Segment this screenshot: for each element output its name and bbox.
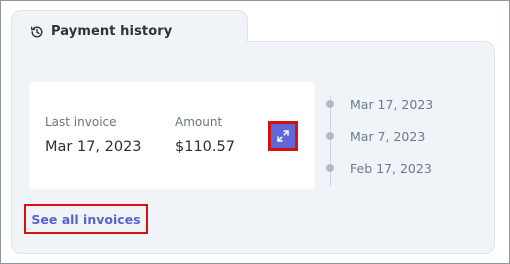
timeline-dot [326, 164, 334, 172]
see-all-invoices-link[interactable]: See all invoices [24, 204, 148, 234]
expand-invoice-button[interactable] [268, 121, 298, 151]
tab-title: Payment history [51, 24, 173, 39]
history-icon [30, 25, 43, 37]
timeline-date: Feb 17, 2023 [350, 160, 432, 176]
timeline-item[interactable]: Mar 17, 2023 [325, 96, 433, 112]
timeline-dot [326, 132, 334, 140]
timeline-item[interactable]: Feb 17, 2023 [325, 160, 432, 176]
timeline-item[interactable]: Mar 7, 2023 [325, 128, 425, 144]
amount-label: Amount [175, 115, 223, 129]
invoice-timeline: Mar 17, 2023 Mar 7, 2023 Feb 17, 2023 [325, 96, 485, 186]
amount-value: $110.57 [175, 139, 235, 155]
tab-header: Payment history [30, 24, 172, 39]
timeline-date: Mar 17, 2023 [350, 96, 434, 112]
expand-icon [277, 130, 289, 142]
last-invoice-card: Last invoice Mar 17, 2023 Amount $110.57 [29, 82, 315, 189]
last-invoice-date: Mar 17, 2023 [45, 139, 142, 155]
last-invoice-label: Last invoice [45, 115, 117, 129]
expand-button-face [271, 124, 295, 148]
timeline-date: Mar 7, 2023 [350, 128, 426, 144]
see-all-invoices-label: See all invoices [31, 211, 141, 227]
tab-panel-seam [12, 40, 247, 43]
timeline-dot [326, 100, 334, 108]
